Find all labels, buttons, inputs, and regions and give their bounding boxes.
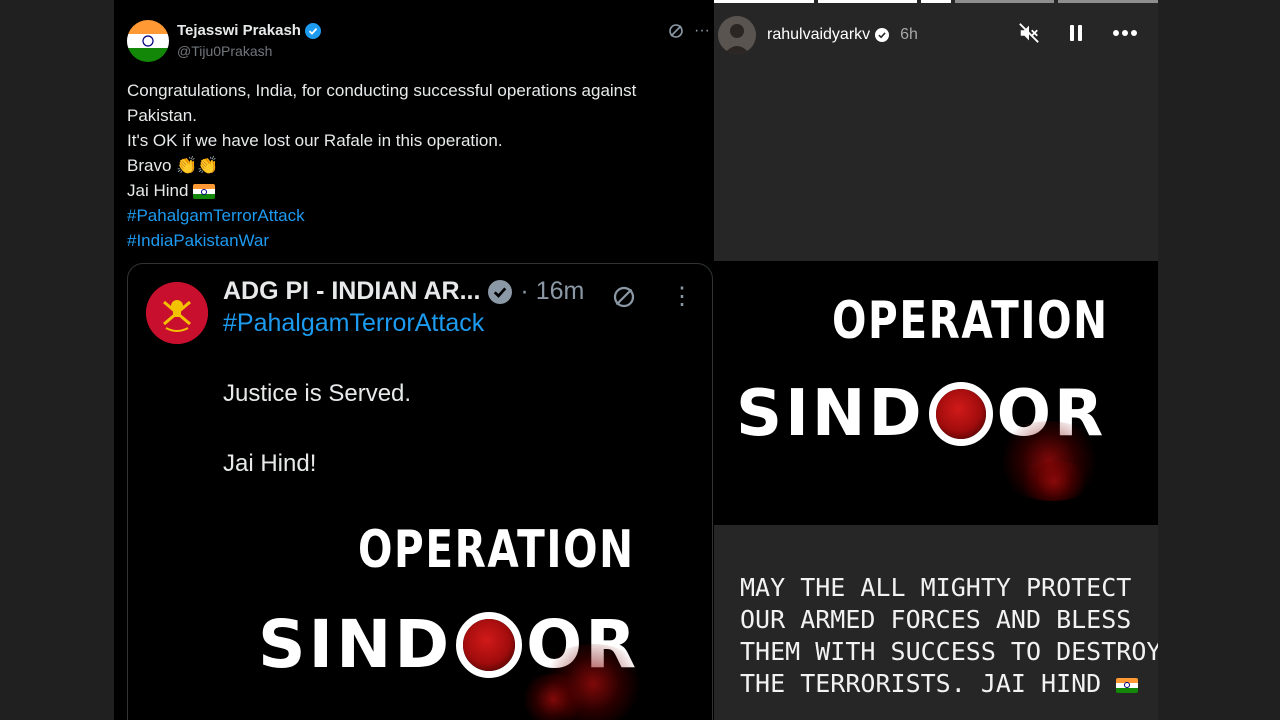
progress-segment — [1058, 0, 1158, 3]
quoted-text-line: Justice is Served. — [223, 380, 412, 407]
more-vertical-icon[interactable]: ⋮ — [670, 282, 694, 311]
story-poster-image: OPERATION SIND OR — [714, 261, 1158, 525]
bravo-text: Bravo — [127, 156, 172, 175]
indian-army-emblem-avatar[interactable] — [146, 282, 208, 344]
army-emblem-icon — [146, 282, 208, 344]
story-avatar[interactable] — [718, 16, 756, 54]
tweet-line: Pakistan. — [127, 106, 197, 125]
more-icon[interactable]: ··· — [694, 22, 710, 40]
poster-sindoor-left: SIND — [736, 377, 925, 451]
story-progress-bar — [714, 0, 1158, 3]
quoted-actions: ⋮ — [612, 282, 694, 311]
tweet-actions: ··· — [668, 22, 710, 40]
user-avatar-icon — [718, 16, 756, 54]
caption-line: THEM WITH SUCCESS TO DESTROY — [740, 637, 1158, 666]
caption-line: MAY THE ALL MIGHTY PROTECT — [740, 573, 1132, 602]
author-avatar[interactable] — [127, 20, 169, 62]
poster-sindoor-left: SIND — [258, 606, 453, 683]
mute-icon[interactable] — [1018, 22, 1040, 44]
instagram-story: rahulvaidyarkv 6h OPERATION SIND OR MAY … — [714, 0, 1158, 720]
progress-segment — [817, 0, 918, 3]
poster-operation-text: OPERATION — [832, 291, 1109, 351]
grok-icon[interactable] — [612, 285, 636, 309]
sindoor-powder-icon — [456, 611, 523, 678]
story-caption: MAY THE ALL MIGHTY PROTECT OUR ARMED FOR… — [740, 572, 1158, 700]
story-timestamp: 6h — [900, 26, 918, 43]
tweet-line-jai-hind: Jai Hind — [127, 178, 697, 203]
india-flag-icon — [1116, 677, 1139, 693]
story-controls — [1018, 22, 1138, 44]
clapping-hands-icon: 👏👏 — [176, 156, 219, 175]
story-username[interactable]: rahulvaidyarkv 6h — [767, 26, 918, 44]
poster-operation-text: OPERATION — [358, 520, 635, 580]
author-name-text: Tejasswi Prakash — [177, 22, 301, 39]
india-flag-icon — [193, 184, 216, 200]
progress-segment — [954, 0, 1055, 3]
tweet-line: It's OK if we have lost our Rafale in th… — [127, 131, 503, 150]
pause-icon[interactable] — [1066, 23, 1086, 43]
powder-splash — [518, 674, 588, 720]
jai-hind-text: Jai Hind — [127, 181, 189, 200]
caption-line-text: THE TERRORISTS. JAI HIND — [740, 669, 1102, 698]
caption-line-last: THE TERRORISTS. JAI HIND — [740, 668, 1150, 700]
quoted-text-line: Jai Hind! — [223, 450, 317, 477]
story-username-text: rahulvaidyarkv — [767, 26, 871, 43]
tweet-text: Congratulations, India, for conducting s… — [127, 78, 697, 253]
progress-segment — [714, 0, 814, 3]
author-handle[interactable]: @Tiju0Prakash — [177, 43, 272, 59]
quoted-hashtag-link[interactable]: #PahalgamTerrorAttack — [223, 309, 484, 338]
progress-segment — [921, 0, 951, 3]
quoted-timestamp: · 16m — [520, 277, 585, 305]
quoted-author[interactable]: ADG PI - INDIAN AR... · 16m — [223, 277, 584, 306]
india-flag-avatar-icon — [127, 20, 169, 62]
verified-badge-icon — [875, 28, 890, 42]
quoted-author-name: ADG PI - INDIAN AR... — [223, 277, 481, 305]
quoted-tweet[interactable]: ADG PI - INDIAN AR... · 16m #PahalgamTer… — [127, 263, 713, 720]
caption-line: OUR ARMED FORCES AND BLESS — [740, 605, 1132, 634]
sindoor-powder-icon — [928, 382, 993, 446]
tweet-line: Congratulations, India, for conducting s… — [127, 81, 637, 100]
more-icon[interactable] — [1112, 29, 1138, 37]
hashtag-link[interactable]: #PahalgamTerrorAttack — [127, 203, 697, 228]
tweet-line-bravo: Bravo 👏👏 — [127, 153, 697, 178]
verified-badge-icon — [304, 22, 321, 39]
powder-splash — [1014, 461, 1094, 501]
author-name[interactable]: Tejasswi Prakash — [177, 22, 321, 39]
verified-badge-icon — [488, 279, 513, 304]
tweet-card: Tejasswi Prakash @Tiju0Prakash ··· Congr… — [114, 0, 714, 720]
grok-icon[interactable] — [668, 23, 684, 39]
hashtag-link[interactable]: #IndiaPakistanWar — [127, 228, 697, 253]
